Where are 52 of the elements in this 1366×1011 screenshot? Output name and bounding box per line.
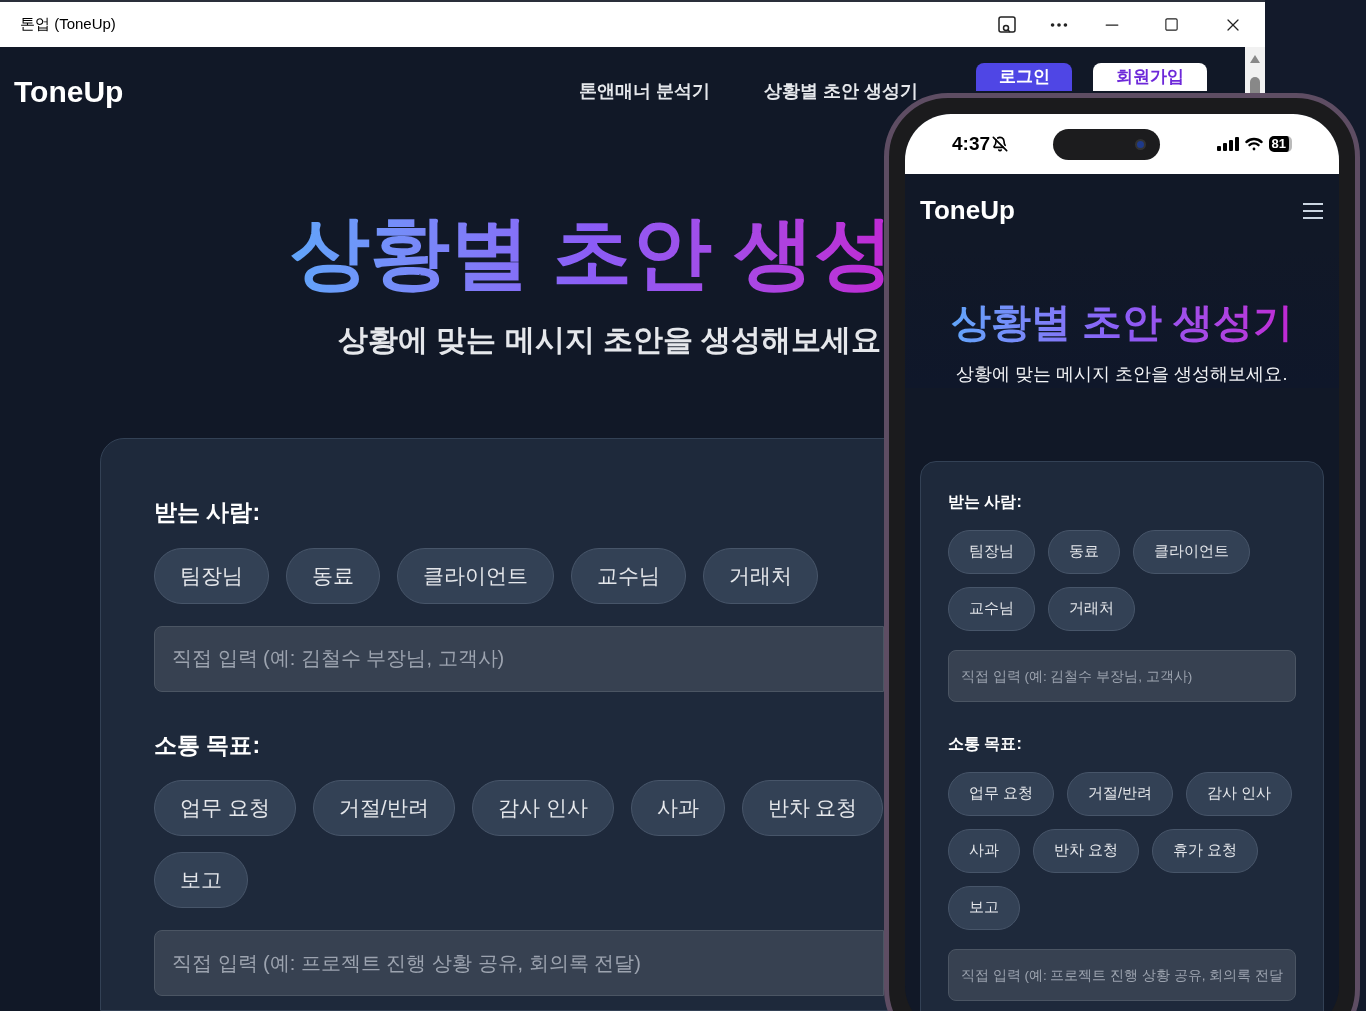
wifi-icon: [1244, 137, 1263, 151]
login-button[interactable]: 로그인: [976, 63, 1072, 91]
option-chip[interactable]: 업무 요청: [154, 780, 296, 836]
section-label: 받는 사람:: [154, 498, 261, 527]
option-chip[interactable]: 휴가 요청: [1152, 829, 1259, 873]
option-chip[interactable]: 교수님: [948, 587, 1035, 631]
option-chip[interactable]: 거래처: [703, 547, 818, 604]
option-chip[interactable]: 클라이언트: [397, 547, 554, 604]
option-chip[interactable]: 거래처: [1048, 587, 1135, 631]
page-subtitle: 상황에 맞는 메시지 초안을 생성해보세요.: [956, 363, 1288, 386]
window-title: 톤업 (ToneUp): [20, 14, 116, 35]
option-chip[interactable]: 거절/반려: [312, 780, 455, 836]
app-window-icon[interactable]: [996, 13, 1018, 36]
status-time: 4:37: [952, 131, 991, 156]
muted-bell-icon: [992, 136, 1009, 152]
scroll-up-icon[interactable]: [1250, 55, 1260, 63]
custom-input-field[interactable]: 직접 입력 (예: 프로젝트 진행 상황 공유, 회의록 전달): [154, 930, 884, 996]
section-label: 받는 사람:: [948, 492, 1022, 512]
option-chip[interactable]: 팀장님: [154, 547, 269, 604]
section-label: 소통 목표:: [154, 730, 261, 760]
option-chip[interactable]: 반차 요청: [741, 780, 884, 836]
custom-input-field[interactable]: 직접 입력 (예: 김철수 부장님, 고객사): [948, 650, 1296, 702]
option-chip[interactable]: 동료: [286, 547, 380, 604]
option-chip[interactable]: 팀장님: [948, 530, 1035, 574]
custom-input-field[interactable]: 직접 입력 (예: 프로젝트 진행 상황 공유, 회의록 전달: [948, 949, 1296, 1001]
option-chip[interactable]: 동료: [1048, 530, 1120, 574]
nav-link[interactable]: 상황별 초안 생성기: [764, 77, 918, 105]
option-chip[interactable]: 사과: [630, 780, 725, 836]
signal-icon: [1216, 137, 1239, 151]
option-chip[interactable]: 감사 인사: [471, 780, 614, 836]
option-chip[interactable]: 사과: [948, 829, 1020, 873]
scrollbar[interactable]: [1245, 47, 1265, 93]
option-chip[interactable]: 보고: [948, 886, 1020, 930]
option-chip[interactable]: 보고: [154, 852, 248, 908]
signup-button[interactable]: 회원가입: [1093, 63, 1207, 91]
camera-icon: [1135, 138, 1147, 150]
maximize-icon[interactable]: [1164, 17, 1179, 32]
option-chip[interactable]: 교수님: [571, 547, 686, 604]
option-chip[interactable]: 감사 인사: [1186, 772, 1293, 816]
option-chip[interactable]: 반차 요청: [1033, 829, 1140, 873]
custom-input-field[interactable]: 직접 입력 (예: 김철수 부장님, 고객사): [154, 625, 884, 692]
option-chip[interactable]: 업무 요청: [948, 772, 1055, 816]
nav-link[interactable]: 톤앤매너 분석기: [578, 77, 710, 105]
section-label: 소통 목표:: [948, 734, 1022, 754]
menu-icon[interactable]: [1302, 201, 1324, 220]
page-subtitle: 상황에 맞는 메시지 초안을 생성해보세요: [338, 322, 882, 358]
battery-level: 81: [1268, 136, 1292, 152]
site-logo[interactable]: ToneUp: [14, 68, 124, 114]
scrollbar-thumb[interactable]: [1250, 77, 1260, 93]
option-chip[interactable]: 거절/반려: [1067, 772, 1174, 816]
option-chip[interactable]: 클라이언트: [1133, 530, 1250, 574]
site-logo[interactable]: ToneUp: [920, 191, 1015, 230]
